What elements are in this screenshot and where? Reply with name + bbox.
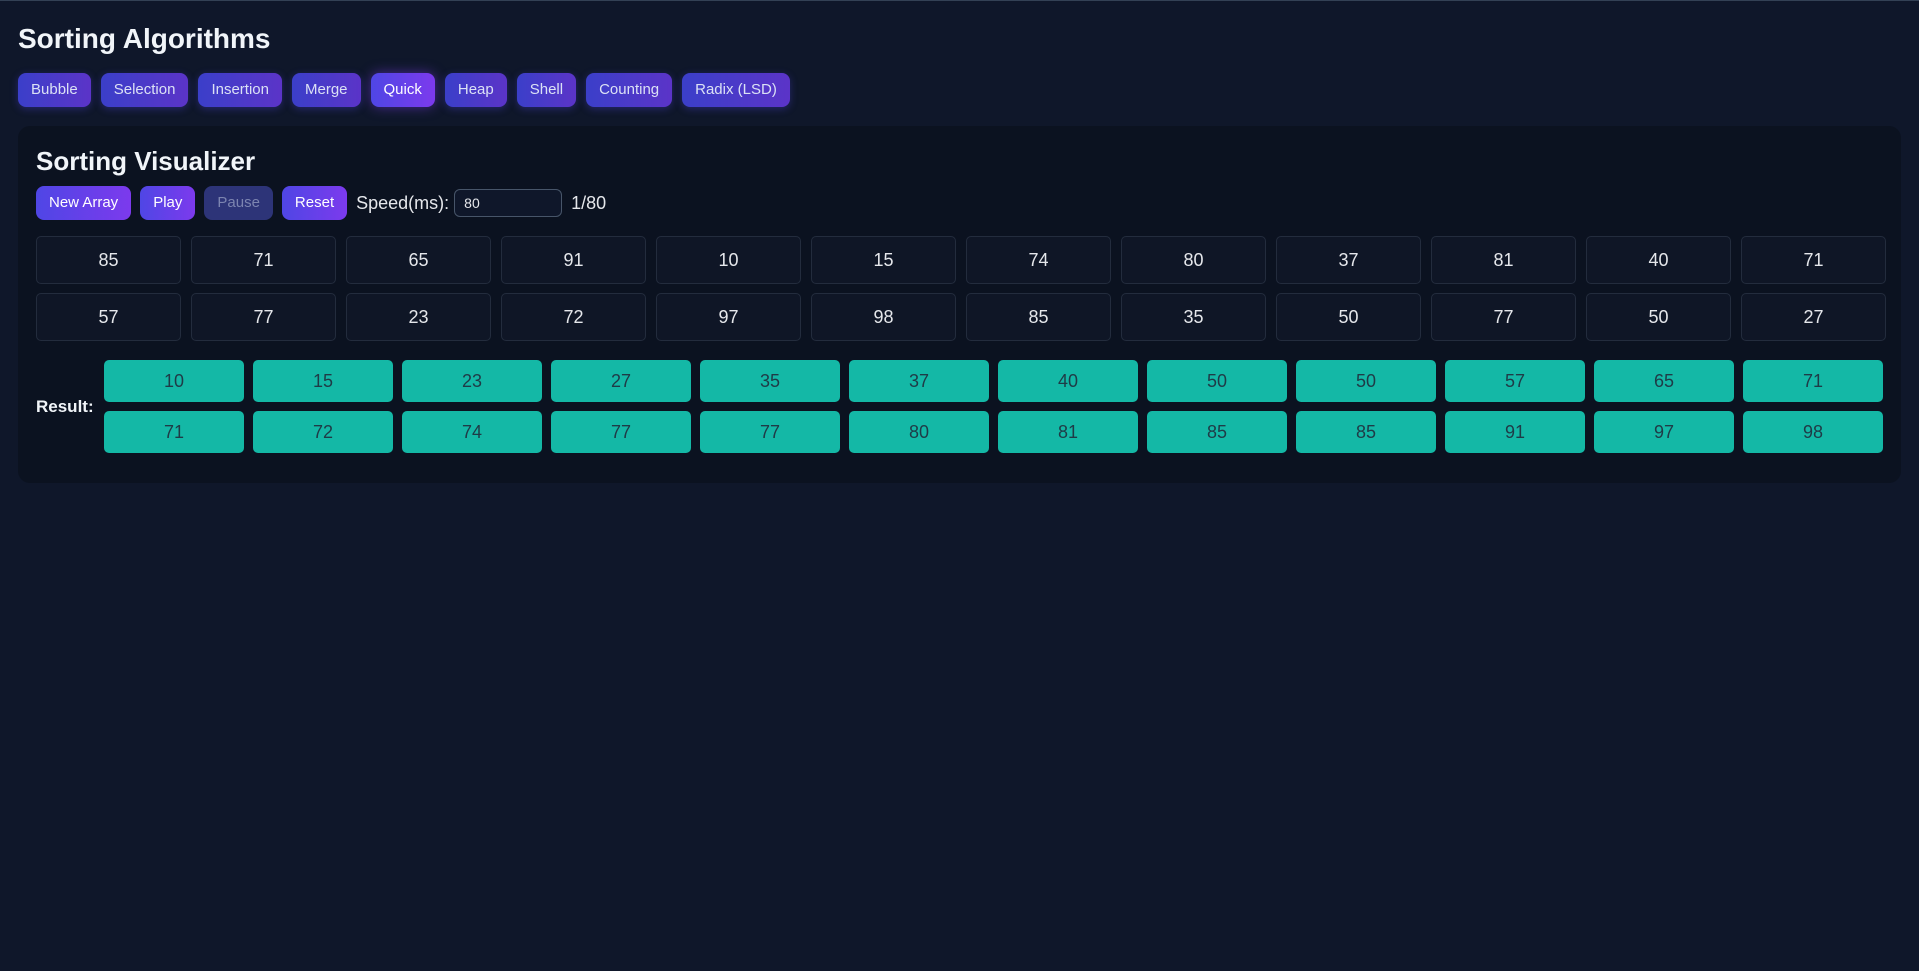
result-cell: 15: [253, 360, 393, 402]
array-cell: 74: [966, 236, 1111, 284]
array-cell: 81: [1431, 236, 1576, 284]
result-cell: 72: [253, 411, 393, 453]
array-cell: 15: [811, 236, 956, 284]
array-cell: 23: [346, 293, 491, 341]
result-label: Result:: [36, 396, 94, 416]
array-cell: 71: [191, 236, 336, 284]
reset-button[interactable]: Reset: [281, 186, 348, 220]
algo-button-quick[interactable]: Quick: [370, 73, 435, 107]
array-cell: 40: [1586, 236, 1731, 284]
result-cell: 81: [998, 411, 1138, 453]
result-cell: 85: [1296, 411, 1436, 453]
array-cell: 10: [656, 236, 801, 284]
result-cell: 37: [849, 360, 989, 402]
controls-bar: New Array Play Pause Reset Speed(ms): 1/…: [36, 186, 1883, 220]
algo-button-heap[interactable]: Heap: [444, 73, 507, 107]
result-cell: 57: [1445, 360, 1585, 402]
array-cell: 91: [501, 236, 646, 284]
algo-button-selection[interactable]: Selection: [100, 73, 189, 107]
algo-button-merge[interactable]: Merge: [291, 73, 361, 107]
algo-button-shell[interactable]: Shell: [516, 73, 577, 107]
play-button[interactable]: Play: [140, 186, 196, 220]
result-cell: 91: [1445, 411, 1585, 453]
result-cell: 50: [1296, 360, 1436, 402]
result-cell: 77: [551, 411, 691, 453]
result-cell: 35: [700, 360, 840, 402]
result-cell: 27: [551, 360, 691, 402]
array-cell: 65: [346, 236, 491, 284]
array-cell: 57: [36, 293, 181, 341]
array-cell: 72: [501, 293, 646, 341]
speed-label: Speed(ms):: [356, 192, 450, 213]
result-cell: 80: [849, 411, 989, 453]
top-border: [0, 0, 1919, 1]
array-cell: 27: [1741, 293, 1886, 341]
algo-button-bubble[interactable]: Bubble: [18, 73, 91, 107]
array-cell: 98: [811, 293, 956, 341]
algo-button-radix-lsd[interactable]: Radix (LSD): [682, 73, 790, 107]
array-cell: 50: [1586, 293, 1731, 341]
array-cell: 77: [1431, 293, 1576, 341]
visualizer-panel: Sorting Visualizer New Array Play Pause …: [18, 126, 1901, 483]
speed-input[interactable]: [454, 189, 563, 217]
array-cell: 85: [966, 293, 1111, 341]
visualizer-title: Sorting Visualizer: [36, 146, 256, 176]
algo-button-counting[interactable]: Counting: [586, 73, 673, 107]
result-cell: 65: [1594, 360, 1734, 402]
result-cell: 74: [402, 411, 542, 453]
result-cell: 10: [104, 360, 244, 402]
result-cell: 23: [402, 360, 542, 402]
result-cell: 85: [1147, 411, 1287, 453]
page: Sorting Algorithms Bubble Selection Insert…: [18, 18, 1901, 483]
array-cell: 85: [36, 236, 181, 284]
algo-button-insertion[interactable]: Insertion: [198, 73, 282, 107]
new-array-button[interactable]: New Array: [36, 186, 132, 220]
array-cell: 50: [1276, 293, 1421, 341]
result-cell: 40: [998, 360, 1138, 402]
result-cell: 71: [104, 411, 244, 453]
result-row: Result: 10 15 23 27 35 37 40 50 50 57 65 71 71 72 74 77…: [36, 360, 1883, 453]
result-cell: 77: [700, 411, 840, 453]
result-cell: 98: [1743, 411, 1883, 453]
result-cell: 97: [1594, 411, 1734, 453]
array-cell: 37: [1276, 236, 1421, 284]
step-counter: 1/80: [571, 192, 607, 213]
pause-button[interactable]: Pause: [204, 186, 273, 220]
algorithm-selector: Bubble Selection Insertion Merge Quick Heap Sh…: [18, 73, 1901, 107]
array-cell: 80: [1121, 236, 1266, 284]
result-cell: 50: [1147, 360, 1287, 402]
array-grid: 85 71 65 91 10 15 74 80 37 81 40 71 57 77 23 72 97 98 85 35…: [36, 236, 1886, 341]
array-cell: 35: [1121, 293, 1266, 341]
page-title: Sorting Algorithms: [18, 23, 271, 54]
array-cell: 97: [656, 293, 801, 341]
result-grid: 10 15 23 27 35 37 40 50 50 57 65 71 71 72 74 77 77 80 81 85…: [104, 360, 1883, 453]
array-cell: 71: [1741, 236, 1886, 284]
result-cell: 71: [1743, 360, 1883, 402]
array-cell: 77: [191, 293, 336, 341]
